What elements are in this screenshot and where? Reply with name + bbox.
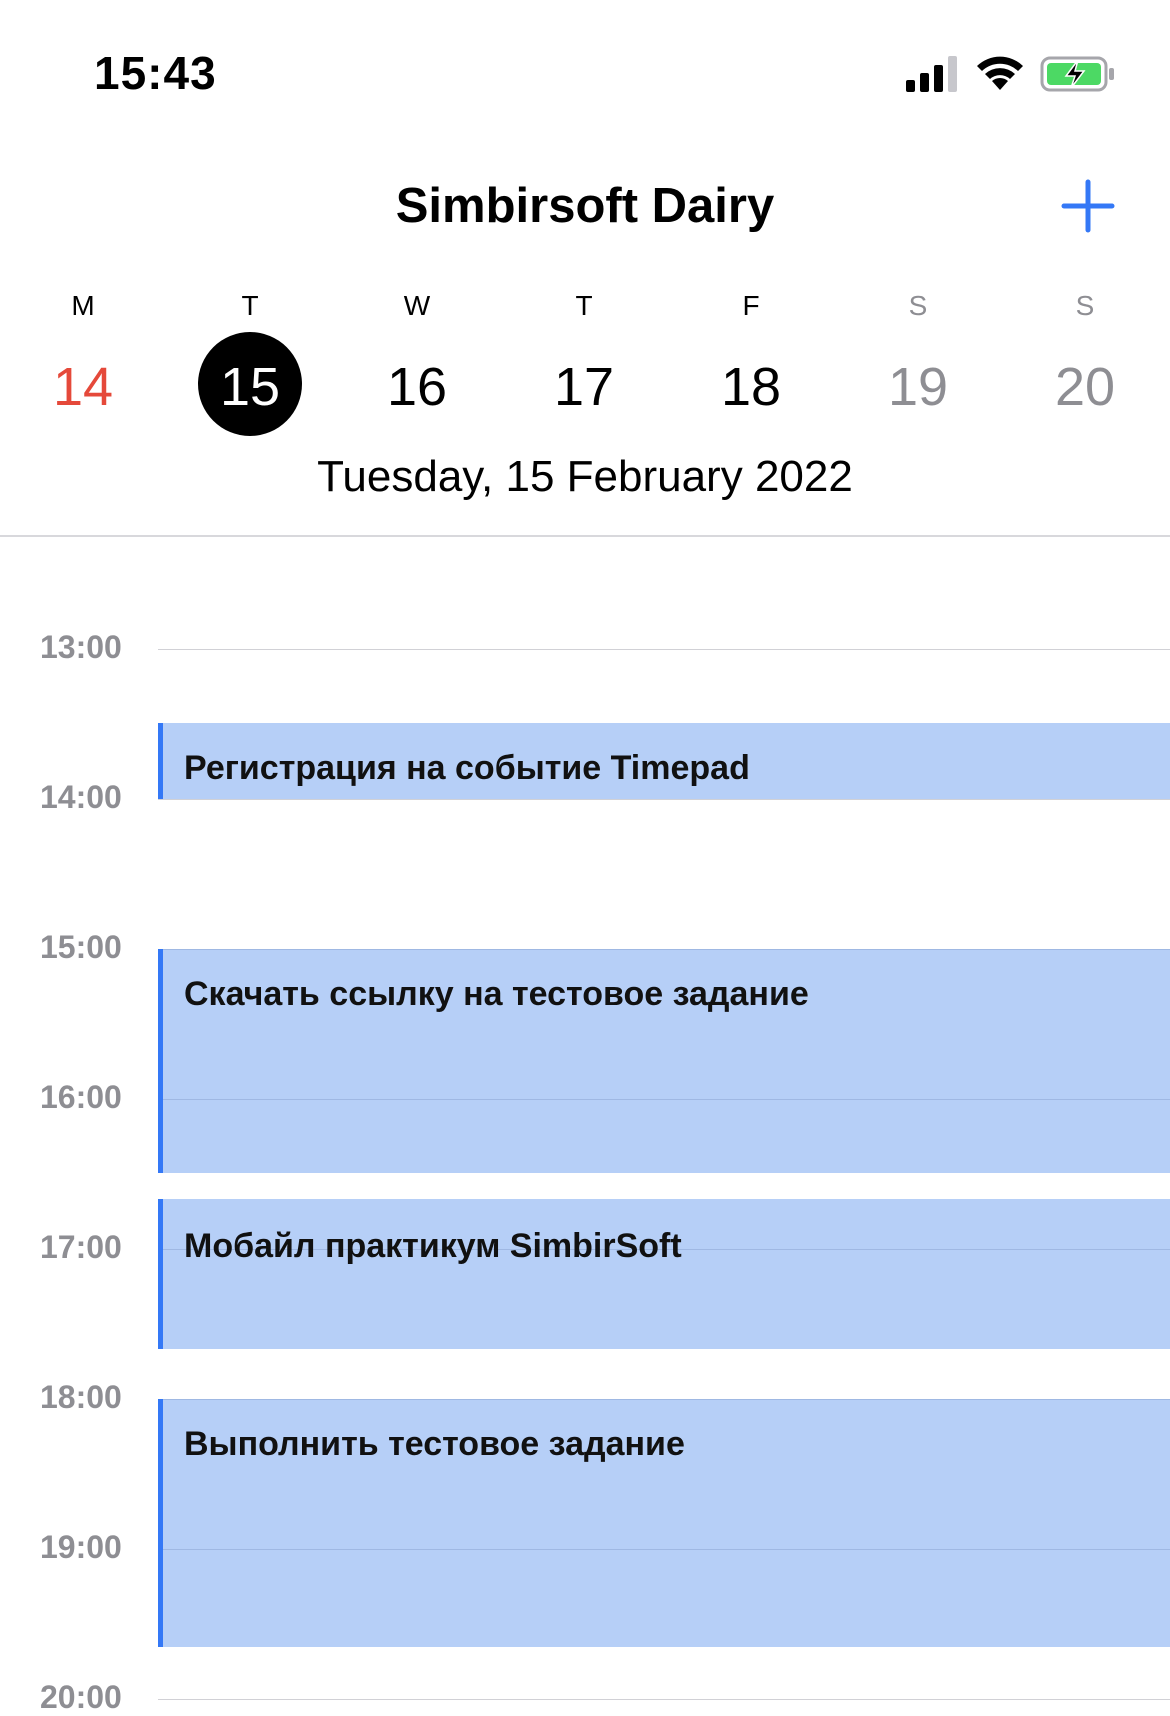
day-thursday[interactable]: T 17 xyxy=(514,282,654,442)
hour-label: 15:00 xyxy=(40,929,122,965)
event-title: Мобайл практикум SimbirSoft xyxy=(184,1227,682,1265)
hour-label: 19:00 xyxy=(40,1529,122,1565)
add-event-button[interactable] xyxy=(1060,178,1116,234)
day-monday[interactable]: M 14 xyxy=(13,282,153,442)
hour-label: 13:00 xyxy=(40,629,122,665)
event-block[interactable]: Мобайл практикум SimbirSoft xyxy=(158,1199,1170,1349)
day-friday[interactable]: F 18 xyxy=(681,282,821,442)
event-title: Выполнить тестовое задание xyxy=(184,1425,685,1463)
plus-icon xyxy=(1061,179,1115,233)
day-number: 17 xyxy=(553,357,615,417)
hour-label: 14:00 xyxy=(40,779,122,815)
weekday-letter: M xyxy=(71,290,95,321)
hour-line xyxy=(158,1699,1170,1700)
status-time: 15:43 xyxy=(94,47,217,99)
day-wednesday[interactable]: W 16 xyxy=(347,282,487,442)
weekday-letter: T xyxy=(241,290,259,321)
day-saturday[interactable]: S 19 xyxy=(848,282,988,442)
weekday-letter: F xyxy=(742,290,760,321)
header-divider xyxy=(0,535,1170,537)
day-number: 16 xyxy=(386,357,448,417)
status-bar: 15:43 xyxy=(0,0,1170,150)
day-tuesday[interactable]: T 15 xyxy=(180,282,320,442)
hour-label: 18:00 xyxy=(40,1379,122,1415)
event-title: Регистрация на событие Timepad xyxy=(184,749,750,787)
event-title: Скачать ссылку на тестовое задание xyxy=(184,975,809,1013)
hour-line xyxy=(158,799,1170,800)
hour-line xyxy=(158,649,1170,650)
event-block[interactable]: Выполнить тестовое задание xyxy=(158,1399,1170,1647)
hour-label: 16:00 xyxy=(40,1079,122,1115)
weekday-letter: S xyxy=(1075,290,1095,321)
weekday-letter: T xyxy=(575,290,593,321)
day-number: 20 xyxy=(1054,357,1116,417)
day-sunday[interactable]: S 20 xyxy=(1015,282,1155,442)
event-block[interactable]: Скачать ссылку на тестовое задание xyxy=(158,949,1170,1173)
day-number: 18 xyxy=(720,357,782,417)
battery-charging-icon xyxy=(1040,56,1114,92)
hour-label: 20:00 xyxy=(40,1679,122,1715)
day-number: 14 xyxy=(52,357,114,417)
day-number: 15 xyxy=(219,357,281,417)
weekday-letter: S xyxy=(908,290,928,321)
signal-icon xyxy=(906,56,957,92)
app-title: Simbirsoft Dairy xyxy=(395,179,775,233)
week-strip: M 14 T 15 W 16 T 17 F 18 S 19 S 20 xyxy=(0,282,1170,442)
hour-label: 17:00 xyxy=(40,1229,122,1265)
wifi-icon xyxy=(977,56,1023,90)
weekday-letter: W xyxy=(403,290,431,321)
event-block[interactable]: Регистрация на событие Timepad xyxy=(158,723,1170,799)
day-number: 19 xyxy=(887,357,949,417)
selected-date-label: Tuesday, 15 February 2022 xyxy=(317,452,853,501)
